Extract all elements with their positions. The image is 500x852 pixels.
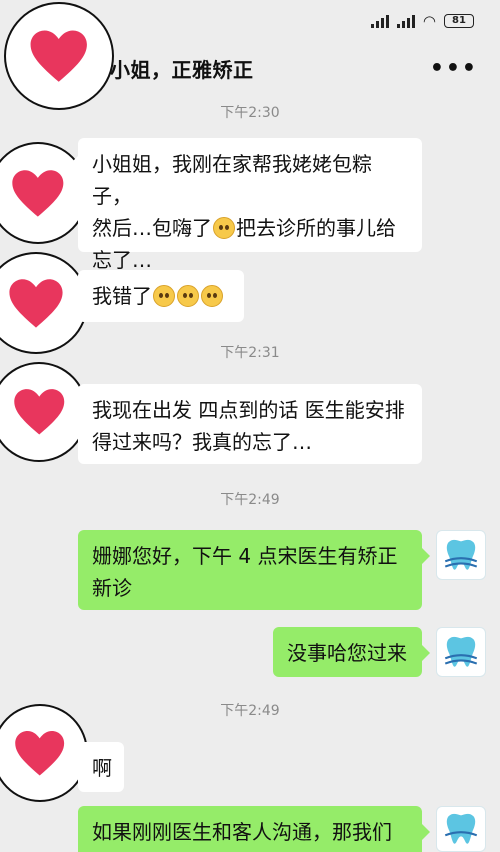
message-bubble-outgoing[interactable]: 姗娜您好，下午 4 点宋医生有矫正 新诊	[78, 530, 430, 610]
timestamp: 下午2:49	[220, 703, 280, 719]
heart-icon	[15, 730, 65, 776]
contact-avatar[interactable]	[4, 2, 114, 110]
pleading-emoji-icon	[201, 285, 223, 307]
heart-icon	[30, 30, 88, 82]
pleading-emoji-icon	[177, 285, 199, 307]
heart-icon	[9, 278, 63, 328]
clinic-avatar[interactable]	[436, 530, 486, 580]
chat-title: 小姐，正雅矫正	[110, 57, 254, 82]
message-line: 然后…包嗨了 把去诊所的事儿给	[92, 216, 396, 240]
timestamp: 下午2:30	[220, 105, 280, 121]
tooth-icon	[444, 636, 478, 667]
message-bubble-incoming[interactable]: 小姐姐，我刚在家帮我姥姥包粽子， 然后…包嗨了 把去诊所的事儿给 忘了…	[70, 138, 422, 272]
message-text: 没事哈您过来	[287, 641, 407, 665]
tooth-icon	[444, 813, 478, 844]
signal-icon-2	[396, 14, 415, 28]
timestamp: 下午2:31	[220, 345, 280, 361]
signal-icon	[370, 14, 389, 28]
laughing-emoji-icon	[213, 217, 235, 239]
sender-avatar[interactable]	[0, 704, 88, 802]
message-line: 新诊	[92, 576, 132, 600]
message-line: 我现在出发 四点到的话 医生能安排	[92, 398, 405, 422]
clinic-avatar[interactable]	[436, 627, 486, 677]
message-line: 小姐姐，我刚在家帮我姥姥包粽子，	[92, 152, 372, 208]
message-bubble-incoming[interactable]: 啊	[70, 742, 124, 792]
pleading-emoji-icon	[153, 285, 175, 307]
message-text: 如果刚刚医生和客人沟通，那我们	[92, 820, 392, 844]
heart-icon	[12, 169, 64, 217]
message-bubble-outgoing[interactable]: 如果刚刚医生和客人沟通，那我们	[78, 806, 430, 852]
message-bubble-outgoing[interactable]: 没事哈您过来	[273, 627, 430, 677]
message-line: 姗娜您好，下午 4 点宋医生有矫正	[92, 544, 398, 568]
wifi-icon: ◠	[422, 11, 436, 30]
message-text: 我错了	[92, 284, 152, 308]
clinic-avatar[interactable]	[436, 806, 486, 852]
message-bubble-incoming[interactable]: 我错了	[70, 270, 244, 322]
heart-icon	[14, 389, 64, 435]
more-dots-icon[interactable]: •••	[430, 56, 478, 81]
battery-indicator: 81	[444, 14, 474, 28]
message-line: 得过来吗？我真的忘了…	[92, 430, 312, 454]
tooth-icon	[444, 539, 478, 570]
timestamp: 下午2:49	[220, 492, 280, 508]
message-bubble-incoming[interactable]: 我现在出发 四点到的话 医生能安排 得过来吗？我真的忘了…	[70, 384, 422, 464]
message-text: 啊	[92, 756, 112, 780]
